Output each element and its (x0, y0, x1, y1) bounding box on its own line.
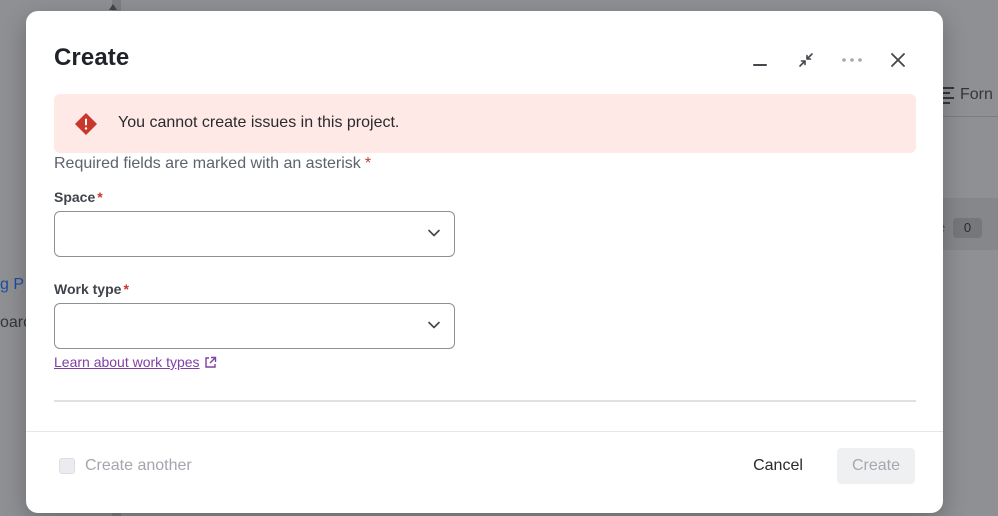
learn-work-types-link[interactable]: Learn about work types (54, 354, 217, 370)
create-dialog: Create You cannot create issues in this … (26, 11, 943, 513)
chevron-down-icon (428, 321, 440, 329)
close-icon (891, 53, 905, 67)
background-format-button: Forn (940, 86, 993, 104)
minimize-icon (753, 64, 767, 66)
work-type-label-text: Work type (54, 281, 122, 297)
minimize-button[interactable] (744, 44, 776, 76)
create-button[interactable]: Create (837, 448, 915, 484)
background-format-label: Forn (960, 86, 993, 103)
shrink-button[interactable] (790, 44, 822, 76)
checkbox-box[interactable] (59, 458, 75, 474)
required-note-text: Required fields are marked with an aster… (54, 155, 361, 172)
error-banner-text: You cannot create issues in this project… (118, 114, 400, 131)
error-diamond-icon (75, 113, 97, 135)
close-button[interactable] (882, 44, 914, 76)
shrink-icon (799, 53, 813, 67)
learn-link-text: Learn about work types (54, 354, 200, 370)
required-fields-note: Required fields are marked with an aster… (54, 155, 371, 173)
cancel-button[interactable]: Cancel (738, 448, 818, 484)
create-another-label: Create another (85, 457, 192, 474)
space-label: Space * (54, 189, 103, 205)
chevron-down-icon (428, 229, 440, 237)
more-icon (842, 58, 862, 62)
dialog-title: Create (54, 44, 130, 71)
create-another-checkbox[interactable]: Create another (59, 457, 192, 475)
space-label-text: Space (54, 189, 96, 205)
required-asterisk: * (364, 155, 372, 172)
space-select[interactable] (54, 211, 455, 257)
work-type-select[interactable] (54, 303, 455, 349)
background-count-badge: 0 (953, 218, 982, 238)
work-type-label: Work type * (54, 281, 129, 297)
error-banner: You cannot create issues in this project… (54, 94, 916, 153)
background-nav-link: g P (0, 276, 25, 293)
footer-divider (26, 431, 943, 432)
required-asterisk: * (123, 281, 129, 297)
background-caret-icon (109, 4, 117, 10)
external-link-icon (204, 356, 216, 368)
background-rule (943, 116, 998, 117)
required-asterisk: * (97, 189, 103, 205)
form-divider (54, 400, 916, 402)
more-actions-button[interactable] (836, 44, 868, 76)
